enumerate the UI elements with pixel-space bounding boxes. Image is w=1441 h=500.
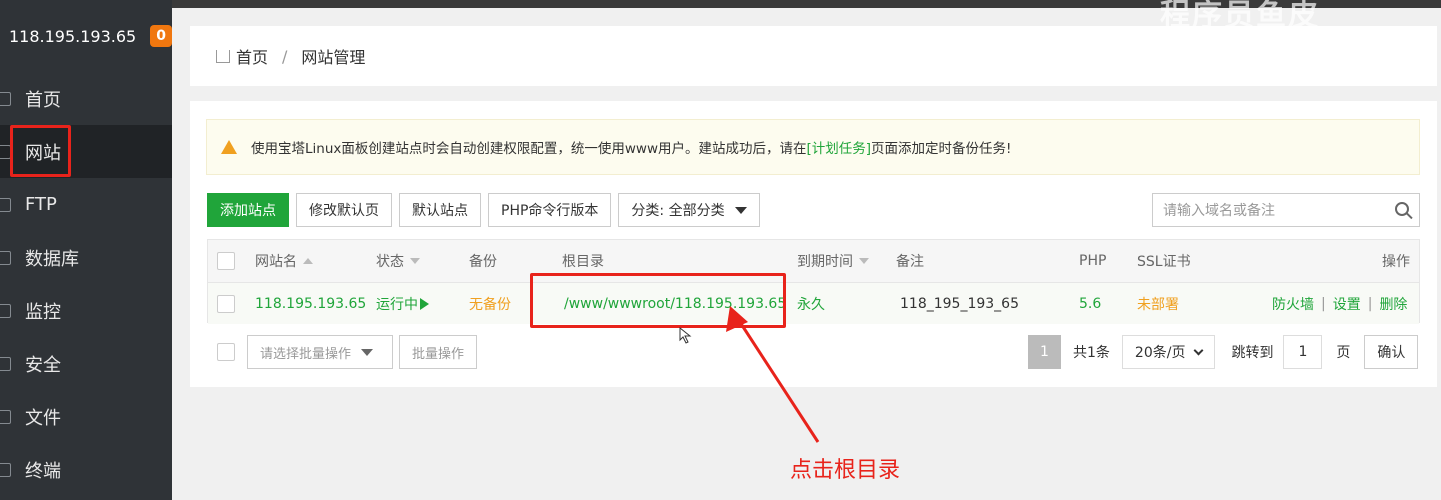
mouse-cursor-icon xyxy=(679,327,692,344)
annotation-text: 点击根目录 xyxy=(790,458,901,483)
annotation-arrow xyxy=(726,306,820,443)
